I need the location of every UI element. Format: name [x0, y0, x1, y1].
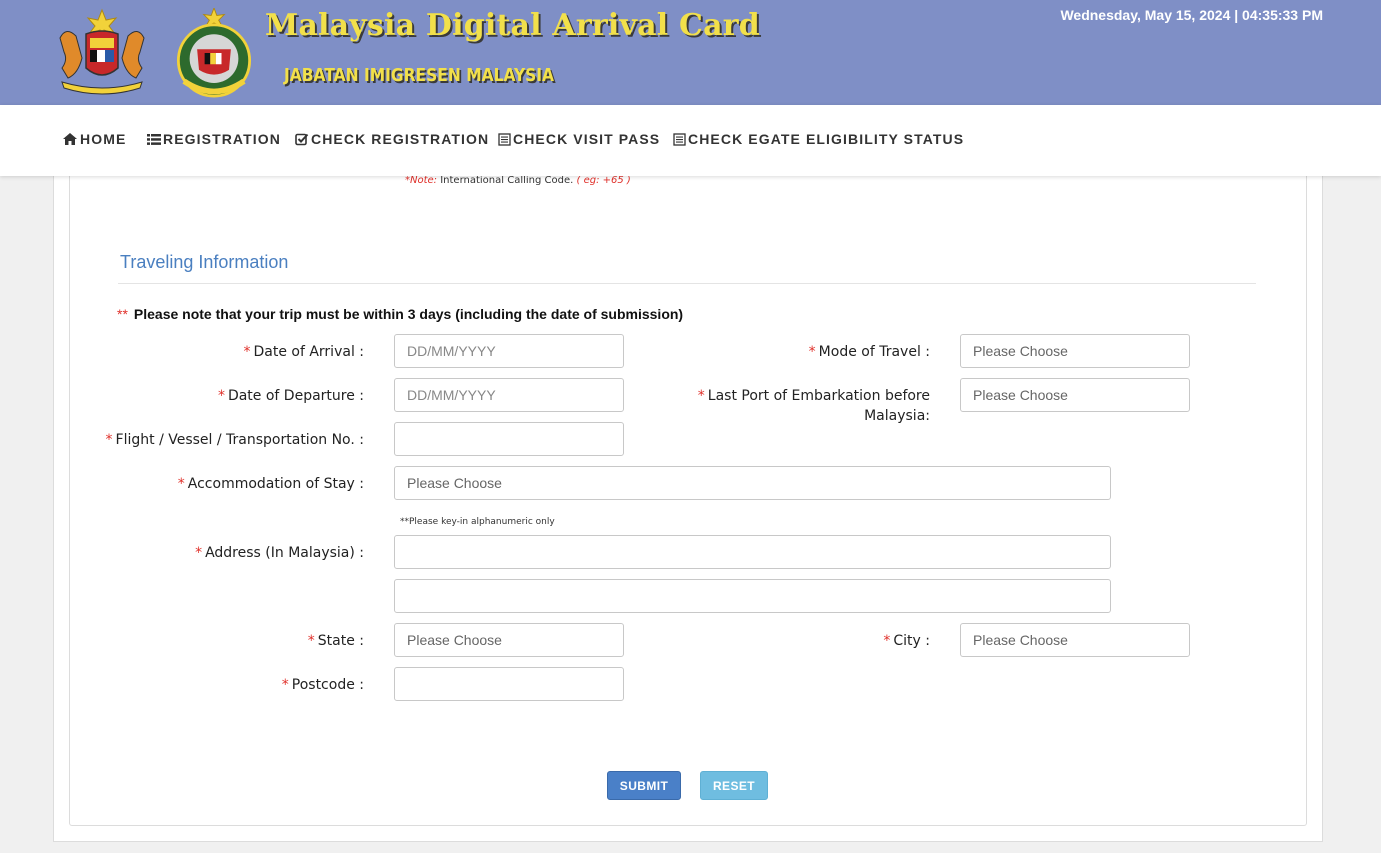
address-line2-input[interactable] — [394, 579, 1111, 613]
required-marker: * — [281, 677, 289, 693]
last-port-label-line2: Malaysia: — [864, 408, 930, 424]
reset-button[interactable]: RESET — [700, 771, 768, 800]
date-of-departure-input[interactable]: DD/MM/YYYY — [394, 378, 624, 412]
address-label: * Address (In Malaysia) : — [195, 543, 364, 563]
trip-note-marker: ** — [117, 306, 128, 322]
nav-home[interactable]: HOME — [62, 131, 126, 147]
date-of-arrival-label-text: Date of Arrival : — [253, 344, 364, 360]
home-icon — [63, 133, 77, 145]
state-label-text: State : — [317, 633, 364, 649]
nav-check-visit-pass[interactable]: CHECK VISIT PASS — [498, 131, 660, 147]
required-marker: * — [697, 388, 705, 404]
immigration-department-emblem-icon — [176, 8, 252, 98]
accommodation-label: * Accommodation of Stay : — [178, 474, 364, 494]
required-marker: * — [105, 432, 113, 448]
city-label-text: City : — [893, 633, 930, 649]
section-title: Traveling Information — [120, 252, 289, 272]
trip-note-text: Please note that your trip must be withi… — [133, 306, 684, 322]
accommodation-label-text: Accommodation of Stay : — [187, 476, 364, 492]
city-label: * City : — [883, 631, 930, 651]
site-title: Malaysia Digital Arrival Card — [265, 8, 760, 43]
flight-number-label-text: Flight / Vessel / Transportation No. : — [115, 432, 364, 448]
required-marker: * — [217, 388, 225, 404]
address-label-text: Address (In Malaysia) : — [205, 545, 364, 561]
address-line1-input[interactable] — [394, 535, 1111, 569]
nav-check-visit-pass-label: CHECK VISIT PASS — [513, 131, 661, 147]
required-marker: * — [177, 476, 185, 492]
nav-registration-label: REGISTRATION — [163, 131, 281, 147]
date-of-departure-label: * Date of Departure : — [218, 386, 364, 406]
note-example: ( eg: +65 ) — [576, 175, 631, 186]
city-select[interactable]: Please Choose — [960, 623, 1190, 657]
malaysia-coat-of-arms-icon — [59, 8, 145, 95]
trip-note: ** Please note that your trip must be wit… — [117, 306, 683, 322]
postcode-label: * Postcode : — [282, 675, 364, 695]
last-port-label-line1: Last Port of Embarkation before — [707, 388, 930, 404]
last-port-select[interactable]: Please Choose — [960, 378, 1190, 412]
current-datetime: Wednesday, May 15, 2024 | 04:35:33 PM — [1060, 7, 1323, 23]
required-marker: * — [808, 344, 816, 360]
nav-check-egate-eligibility[interactable]: CHECK EGATE ELIGIBILITY STATUS — [673, 131, 964, 147]
mode-of-travel-select[interactable]: Please Choose — [960, 334, 1190, 368]
date-of-departure-label-text: Date of Departure : — [227, 388, 364, 404]
document-icon — [498, 132, 511, 146]
note-text: International Calling Code. — [437, 175, 577, 186]
flight-number-input[interactable] — [394, 422, 624, 456]
submit-button[interactable]: SUBMIT — [607, 771, 681, 800]
nav-check-registration-label: CHECK REGISTRATION — [311, 131, 490, 147]
section-divider — [118, 283, 1256, 284]
main-navigation: HOME REGISTRATION CHECK REGISTRATION CHE… — [0, 105, 1381, 176]
state-select[interactable]: Please Choose — [394, 623, 624, 657]
state-label: * State : — [308, 631, 364, 651]
last-port-label: * Last Port of Embarkation before Malaysia… — [698, 386, 930, 426]
document-icon — [673, 132, 686, 146]
required-marker: * — [195, 545, 203, 561]
address-hint: **Please key-in alphanumeric only — [400, 517, 555, 527]
nav-registration[interactable]: REGISTRATION — [147, 131, 281, 147]
flight-number-label: * Flight / Vessel / Transportation No. : — [106, 430, 364, 450]
nav-check-registration[interactable]: CHECK REGISTRATION — [295, 131, 489, 147]
required-marker: * — [883, 633, 891, 649]
postcode-input[interactable] — [394, 667, 624, 701]
date-of-arrival-label: * Date of Arrival : — [243, 342, 364, 362]
nav-check-egate-eligibility-label: CHECK EGATE ELIGIBILITY STATUS — [688, 131, 965, 147]
list-icon — [147, 133, 161, 145]
mode-of-travel-label: * Mode of Travel : — [809, 342, 930, 362]
calling-code-note: *Note: International Calling Code. ( eg:… — [405, 175, 631, 186]
nav-home-label: HOME — [80, 131, 127, 147]
note-prefix: *Note: — [405, 175, 438, 186]
site-header: Malaysia Digital Arrival Card JABATAN IM… — [0, 0, 1381, 105]
postcode-label-text: Postcode : — [291, 677, 364, 693]
accommodation-select[interactable]: Please Choose — [394, 466, 1111, 500]
date-of-arrival-input[interactable]: DD/MM/YYYY — [394, 334, 624, 368]
mode-of-travel-label-text: Mode of Travel : — [818, 344, 930, 360]
required-marker: * — [243, 344, 251, 360]
required-marker: * — [307, 633, 315, 649]
department-name: JABATAN IMIGRESEN MALAYSIA — [284, 65, 555, 86]
check-square-icon — [295, 133, 309, 145]
